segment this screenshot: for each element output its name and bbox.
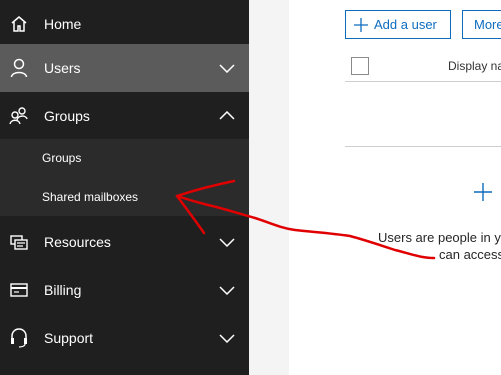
chevron-down-icon[interactable] <box>216 57 238 79</box>
subnav-item-label: Groups <box>42 151 82 165</box>
nav-item-label: Users <box>44 60 81 76</box>
table-header-divider <box>345 81 501 82</box>
nav-item-label: Groups <box>44 108 90 124</box>
nav-item-users[interactable]: Users <box>0 44 249 92</box>
chevron-up-icon[interactable] <box>216 105 238 127</box>
select-all-checkbox[interactable] <box>351 57 369 75</box>
empty-state-text-line-2: can access <box>439 247 501 262</box>
more-button[interactable]: More <box>462 10 501 39</box>
nav-item-resources[interactable]: Resources <box>0 218 249 266</box>
subnav-item-shared-mailboxes[interactable]: Shared mailboxes <box>0 178 249 216</box>
groups-submenu: Groups Shared mailboxes <box>0 139 249 216</box>
subnav-item-label: Shared mailboxes <box>42 190 139 204</box>
headset-icon <box>8 327 30 349</box>
nav-item-billing[interactable]: Billing <box>0 266 249 314</box>
user-icon <box>8 57 30 79</box>
billing-icon <box>8 279 30 301</box>
subnav-item-groups[interactable]: Groups <box>0 139 249 177</box>
left-nav-sidebar: Home Users Groups Groups Shared mailboxe… <box>0 0 249 375</box>
add-plus-icon[interactable] <box>474 183 492 201</box>
users-panel <box>289 0 501 375</box>
chevron-down-icon[interactable] <box>216 231 238 253</box>
nav-item-label: Resources <box>44 234 111 250</box>
add-user-label: Add a user <box>374 17 437 32</box>
chevron-down-icon[interactable] <box>216 327 238 349</box>
nav-item-home[interactable]: Home <box>0 0 249 48</box>
resources-icon <box>8 231 30 253</box>
chevron-down-icon[interactable] <box>216 279 238 301</box>
home-icon <box>8 13 30 35</box>
groups-icon <box>8 105 30 127</box>
nav-item-label: Home <box>44 16 82 32</box>
more-label: More <box>474 17 501 32</box>
column-header-display-name[interactable]: Display name <box>448 59 501 73</box>
empty-state-text-line-1: Users are people in y <box>378 230 501 245</box>
empty-state-divider <box>345 146 501 147</box>
nav-item-groups[interactable]: Groups <box>0 92 249 140</box>
nav-item-label: Support <box>44 330 94 346</box>
plus-icon <box>354 17 368 32</box>
nav-item-support[interactable]: Support <box>0 314 249 362</box>
add-user-button[interactable]: Add a user <box>345 10 451 39</box>
nav-item-label: Billing <box>44 282 82 298</box>
